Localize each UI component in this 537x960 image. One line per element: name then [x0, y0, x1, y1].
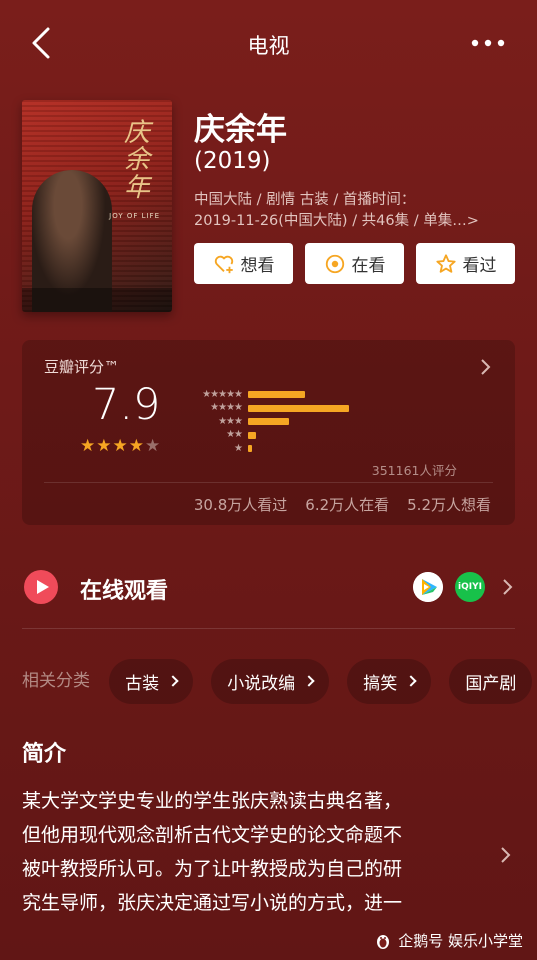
- category-chip[interactable]: 搞笑: [347, 658, 432, 704]
- chevron-right-icon[interactable]: [502, 578, 513, 596]
- want-to-watch-button[interactable]: 想看: [194, 243, 293, 284]
- chevron-right-icon: [405, 675, 417, 687]
- heart-plus-icon: [214, 255, 233, 273]
- watching-label: 在看: [351, 256, 386, 276]
- distribution-bar: [248, 418, 289, 426]
- watermark-text: 企鹅号 娱乐小学堂: [398, 932, 523, 950]
- distribution-row: ★: [186, 442, 349, 456]
- intro-line: 但他用现代观念剖析古代文学史的论文命题不: [22, 824, 403, 846]
- penguin-icon: [377, 934, 390, 949]
- watch-online-row[interactable]: 在线观看 iQIYI: [0, 560, 537, 618]
- distribution-bar: [248, 404, 350, 412]
- chevron-right-icon: [167, 675, 179, 687]
- star-filled-icon: ★: [128, 436, 144, 456]
- distribution-row: ★★★: [186, 415, 349, 429]
- rating-stars: ★ ★ ★ ★ ★: [80, 438, 160, 455]
- rating-card[interactable]: 豆瓣评分™ 7.9 ★ ★ ★ ★ ★ ★★★★★ ★★★★ ★★★ ★★ ★ 351161人评…: [22, 340, 515, 525]
- categories-label: 相关分类: [22, 671, 90, 691]
- category-chip[interactable]: 古装: [109, 658, 194, 704]
- star-filled-icon: ★: [96, 436, 112, 456]
- related-categories: 相关分类 古装 小说改编 搞笑 国产剧: [22, 658, 537, 704]
- show-year: (2019): [194, 148, 271, 174]
- intro-text[interactable]: 某大学文学史专业的学生张庆熟读古典名著， 但他用现代观念剖析古代文学史的论文命题…: [22, 784, 484, 920]
- rating-source-title: 豆瓣评分™: [44, 358, 120, 376]
- want-count[interactable]: 5.2万人想看: [407, 494, 491, 515]
- page-title: 电视: [247, 34, 290, 58]
- meta-line: 中国大陆 / 剧情 古装 / 首播时间：: [194, 192, 416, 208]
- play-icon: [24, 570, 58, 604]
- poster-title: 庆余年: [124, 118, 151, 203]
- top-bar: 电视: [0, 0, 537, 88]
- watching-button[interactable]: 在看: [305, 243, 404, 284]
- watch-online-label: 在线观看: [80, 579, 169, 604]
- distribution-stars: ★★★★★: [202, 388, 243, 400]
- tencent-video-icon[interactable]: [413, 572, 443, 602]
- iqiyi-icon[interactable]: iQIYI: [455, 572, 485, 602]
- watermark: 企鹅号 娱乐小学堂: [374, 930, 523, 951]
- divider: [22, 628, 515, 629]
- distribution-bar: [248, 391, 305, 399]
- meta-line: 2019-11-26(中国大陆) / 共46集 / 单集…>: [194, 213, 479, 229]
- star-outline-icon: [435, 253, 456, 273]
- distribution-row: ★★★★★: [186, 388, 349, 402]
- star-empty-icon: ★: [145, 436, 161, 456]
- watched-count[interactable]: 30.8万人看过: [194, 494, 287, 515]
- show-poster[interactable]: 庆余年 JOY OF LIFE: [22, 100, 172, 312]
- intro-heading: 简介: [22, 742, 67, 767]
- rating-distribution: ★★★★★ ★★★★ ★★★ ★★ ★: [186, 388, 350, 456]
- chevron-right-icon[interactable]: [500, 846, 511, 864]
- circle-dot-icon: [325, 254, 344, 273]
- star-filled-icon: ★: [80, 436, 96, 456]
- distribution-bar: [248, 431, 256, 439]
- audience-counts: 30.8万人看过 6.2万人在看 5.2万人想看: [194, 494, 491, 515]
- distribution-row: ★★: [186, 429, 349, 443]
- distribution-stars: ★★★: [218, 415, 243, 427]
- distribution-bar: [248, 445, 252, 453]
- action-buttons: 想看 在看 看过: [194, 243, 515, 284]
- distribution-stars: ★★★★: [210, 402, 243, 414]
- distribution-row: ★★★★: [186, 402, 350, 416]
- poster-english-title: JOY OF LIFE: [109, 212, 160, 220]
- divider: [44, 482, 493, 483]
- intro-line: 究生导师，张庆决定通过写小说的方式，进一: [22, 892, 403, 914]
- chevron-right-icon: [303, 675, 315, 687]
- want-to-watch-label: 想看: [240, 256, 275, 276]
- intro-line: 被叶教授所认可。为了让叶教授成为自己的研: [22, 858, 403, 880]
- watched-label: 看过: [462, 256, 497, 276]
- category-chip[interactable]: 小说改编: [211, 658, 330, 704]
- category-chip[interactable]: 国产剧: [449, 658, 533, 704]
- watched-button[interactable]: 看过: [416, 243, 515, 284]
- chevron-right-icon[interactable]: [479, 358, 491, 376]
- vote-count: 351161人评分: [371, 463, 457, 478]
- distribution-stars: ★★: [226, 429, 243, 441]
- intro-line: 某大学文学史专业的学生张庆熟读古典名著，: [22, 790, 403, 812]
- star-filled-icon: ★: [112, 436, 128, 456]
- distribution-stars: ★: [234, 442, 243, 454]
- watching-count[interactable]: 6.2万人在看: [305, 494, 389, 515]
- more-dots-icon[interactable]: [471, 38, 505, 48]
- rating-score: 7.9: [92, 380, 161, 430]
- show-name: 庆余年: [194, 112, 287, 148]
- show-meta[interactable]: 中国大陆 / 剧情 古装 / 首播时间： 2019-11-26(中国大陆) / …: [194, 190, 514, 232]
